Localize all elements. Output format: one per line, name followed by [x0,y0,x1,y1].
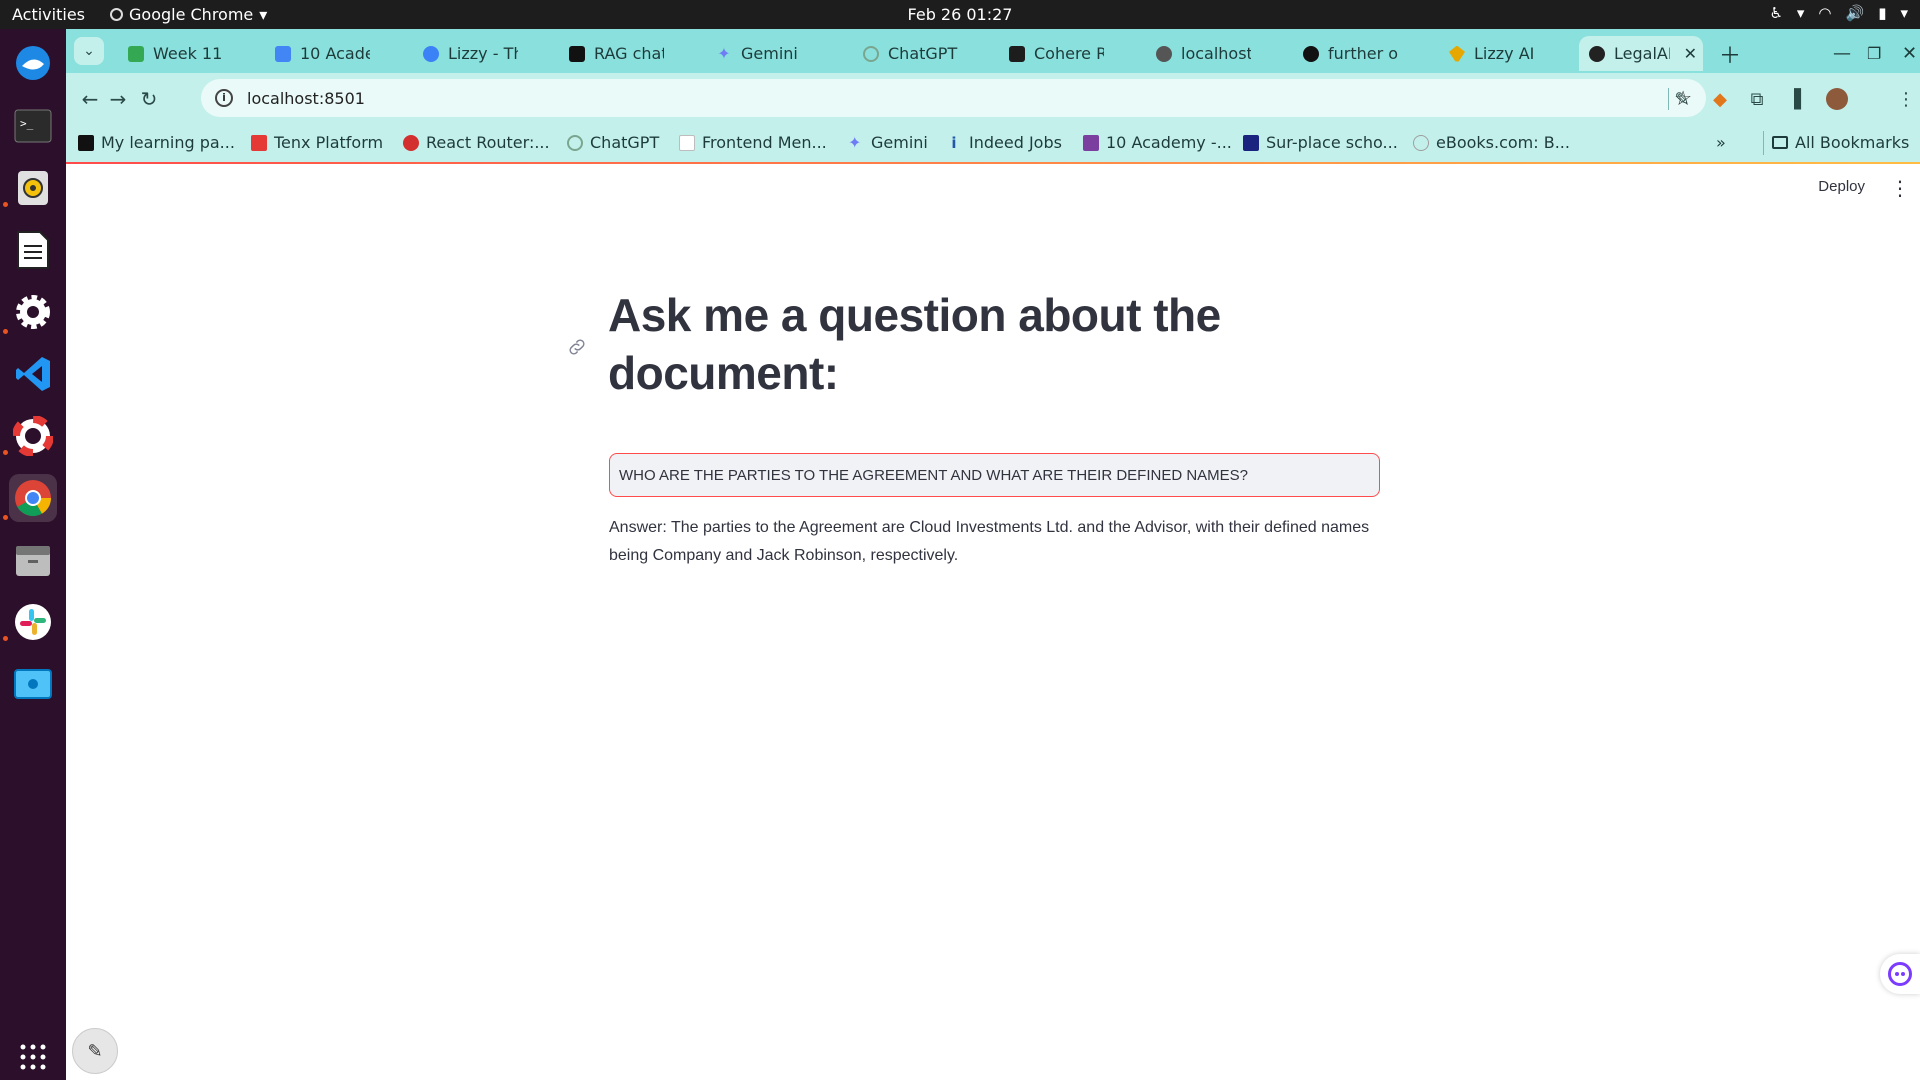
docs-icon [275,45,291,62]
reload-icon[interactable]: ↻ [135,85,163,113]
close-window-icon[interactable]: ✕ [1892,36,1917,71]
bookmark-sur-place[interactable]: Sur-place scho... [1243,133,1398,152]
close-icon[interactable]: ✕ [1684,44,1697,63]
more-bookmarks-icon[interactable]: » [1716,133,1726,152]
bookmark-react-router[interactable]: React Router:... [403,133,550,152]
bookmarks-bar: My learning pa... Tenx Platform React Ro… [66,125,1920,162]
screenshot-icon[interactable] [9,660,57,708]
address-bar[interactable]: i localhost:8501 ☆ [201,79,1706,117]
settings-icon[interactable] [9,288,57,336]
chrome-small-icon [110,8,123,21]
github-icon [1303,45,1319,62]
streamlit-icon [1589,45,1605,62]
svg-text:>_: >_ [20,117,34,130]
chrome-icon[interactable] [9,474,57,522]
accessibility-icon[interactable]: ♿ [1769,4,1782,22]
terminal-icon[interactable]: >_ [9,102,57,150]
battery-icon[interactable]: ▮ [1878,4,1886,22]
tray-caret-icon[interactable]: ▾ [1797,4,1805,22]
lizzy-ai-icon [1449,45,1465,62]
activities-button[interactable]: Activities [12,5,85,24]
restore-icon[interactable]: ❐ [1857,36,1881,71]
cohere-icon [1009,45,1025,62]
browser-toolbar: ← → ↻ i localhost:8501 ☆ ✎ ◆ ⧉ ▌ ⋮ [66,73,1920,125]
system-tray[interactable]: ♿ ▾ ◠ 🔊 ▮ ▾ [1769,4,1908,22]
caret-down-icon: ▾ [259,5,268,24]
drive-icon [128,45,144,62]
side-panel-icon[interactable]: ▌ [1787,85,1815,113]
streamlit-app: Deploy ⋮ Ask me a question about the doc… [66,164,1920,1080]
deploy-button[interactable]: Deploy [1818,178,1865,195]
medium-icon [569,45,585,62]
url-text: localhost:8501 [247,88,365,108]
tab-legalai-active[interactable]: LegalAI-R ✕ [1579,36,1703,71]
new-tab-button[interactable]: ＋ [1709,36,1741,71]
metamask-icon[interactable]: ◆ [1706,85,1734,113]
profile-avatar[interactable] [1823,85,1851,113]
minimize-icon[interactable]: — [1823,36,1851,71]
volume-icon[interactable]: 🔊 [1846,4,1865,22]
lizzy-icon [423,45,439,62]
system-top-bar: Activities Google Chrome ▾ Feb 26 01:27 … [0,0,1920,29]
bookmark-my-learning[interactable]: My learning pa... [78,133,235,152]
site-info-icon[interactable]: i [215,89,233,107]
bookmark-gemini[interactable]: ✦ Gemini [848,133,928,152]
assistant-face-icon [1888,962,1912,986]
globe-icon [1156,45,1172,62]
link-icon[interactable] [566,336,588,358]
bookmark-chatgpt[interactable]: ChatGPT [567,133,659,152]
app-menu[interactable]: Google Chrome ▾ [110,5,267,24]
all-bookmarks-folder[interactable]: All Bookmarks [1772,133,1909,152]
show-apps-icon[interactable] [9,1033,57,1081]
chat-assistant-button[interactable] [1880,954,1920,994]
answer-text: Answer: The parties to the Agreement are… [609,519,1370,564]
slack-icon[interactable] [9,598,57,646]
tabs: Week 11 ✕ 10 Acade ✕ Lizzy - Th ✕ RAG ch… [66,29,1920,73]
chrome-menu-icon[interactable]: ⋮ [1892,85,1920,113]
main-menu-icon[interactable]: ⋮ [1890,176,1910,200]
back-arrow-icon[interactable]: ← [76,85,104,113]
power-caret-icon[interactable]: ▾ [1900,4,1908,22]
app-menu-label: Google Chrome [129,5,254,24]
bookmark-tenx[interactable]: Tenx Platform [251,133,383,152]
extensions-puzzle-icon[interactable]: ⧉ [1743,85,1771,113]
chatgpt-icon [863,45,879,62]
text-editor-icon[interactable] [9,226,57,274]
vscode-icon[interactable] [9,350,57,398]
page-title: Ask me a question about the document: [608,289,1221,399]
question-input[interactable] [609,453,1380,497]
rhythmbox-icon[interactable] [9,164,57,212]
screen-annotate-icon[interactable]: ✎ [72,1028,118,1074]
help-icon[interactable] [9,412,57,460]
bookmark-indeed[interactable]: i Indeed Jobs [946,133,1062,152]
gemini-icon: ✦ [717,43,731,63]
bookmark-frontend-mentor[interactable]: Frontend Men... [679,133,827,152]
clock[interactable]: Feb 26 01:27 [0,5,1920,24]
thunderbird-icon[interactable] [9,39,57,87]
wifi-icon[interactable]: ◠ [1818,4,1831,22]
pen-extension-icon[interactable]: ✎ [1668,85,1696,113]
forward-arrow-icon[interactable]: → [104,85,132,113]
bookmark-ebooks[interactable]: eBooks.com: B... [1413,133,1570,152]
bookmark-10-academy[interactable]: 10 Academy -... [1083,133,1232,152]
files-icon[interactable] [9,536,57,584]
dock: >_ [0,29,66,1080]
